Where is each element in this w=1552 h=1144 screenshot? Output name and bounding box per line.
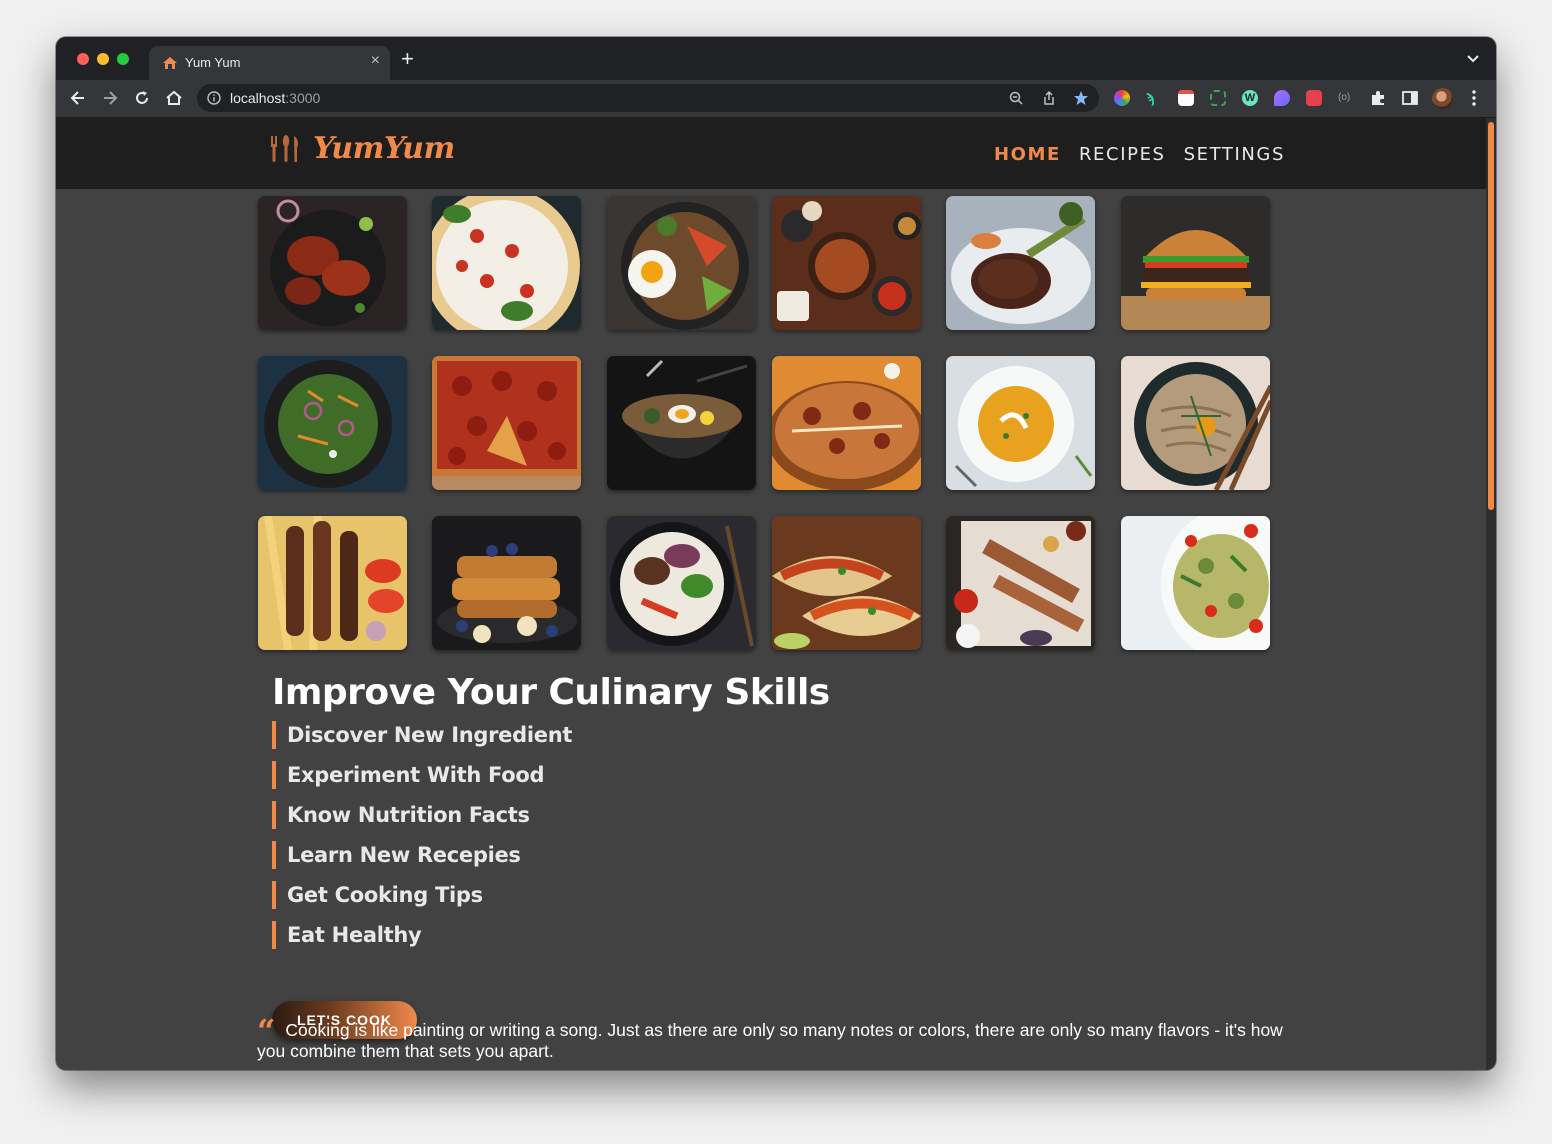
home-icon[interactable] <box>164 88 184 108</box>
skill-item: Know Nutrition Facts <box>272 801 830 829</box>
url-text: localhost:3000 <box>230 90 321 106</box>
tacos-photo[interactable] <box>772 516 921 650</box>
skills-section: Improve Your Culinary Skills Discover Ne… <box>272 672 830 1039</box>
pumpkin-soup-photo[interactable] <box>946 356 1095 490</box>
w-extension-icon[interactable]: W <box>1242 90 1258 106</box>
address-bar[interactable]: localhost:3000 <box>197 84 1099 112</box>
maximize-window-button[interactable] <box>117 53 129 65</box>
kebab-skewers-with-fries-photo[interactable] <box>258 516 407 650</box>
close-window-button[interactable] <box>77 53 89 65</box>
scrollbar-thumb[interactable] <box>1488 122 1494 510</box>
bibimbap-photo[interactable] <box>607 196 756 330</box>
skill-item: Eat Healthy <box>272 921 830 949</box>
site-logo[interactable]: YumYum <box>269 131 455 166</box>
nav-settings-link[interactable]: SETTINGS <box>1184 144 1285 165</box>
skill-item: Experiment With Food <box>272 761 830 789</box>
quote-block: “Cooking is like painting or writing a s… <box>257 1015 1287 1062</box>
new-tab-button[interactable]: + <box>401 48 414 70</box>
zoom-icon[interactable] <box>1009 91 1023 105</box>
screenshot-extension-icon[interactable] <box>1210 90 1226 106</box>
french-toast-stack-photo[interactable] <box>432 516 581 650</box>
rice-bowl-photo[interactable] <box>607 516 756 650</box>
page-scrollbar[interactable] <box>1486 118 1496 1070</box>
back-arrow-icon[interactable] <box>68 88 88 108</box>
side-panel-icon[interactable] <box>1401 89 1419 107</box>
grid-extension-icon[interactable] <box>1306 90 1322 106</box>
fork-spoon-icon <box>271 134 298 162</box>
bookmark-star-icon[interactable] <box>1073 90 1089 106</box>
steak-with-broccolini-photo[interactable] <box>946 196 1095 330</box>
skills-list: Discover New Ingredient Experiment With … <box>272 721 830 949</box>
tab-search-chevron-icon[interactable] <box>1466 51 1480 65</box>
skill-item: Discover New Ingredient <box>272 721 830 749</box>
grilled-meat-board-photo[interactable] <box>946 516 1095 650</box>
margherita-pizza-photo[interactable] <box>432 196 581 330</box>
soba-noodles-photo[interactable] <box>1121 356 1270 490</box>
site-navbar: YumYum HOME RECIPES SETTINGS <box>56 118 1486 189</box>
skill-item: Learn New Recepies <box>272 841 830 869</box>
browser-window: Yum Yum × + localhost:3000 ϡ W (o) YumYu… <box>56 37 1496 1070</box>
tab-strip: Yum Yum × + <box>56 37 1496 80</box>
cheeseburger-photo[interactable] <box>1121 196 1270 330</box>
wave-extension-icon[interactable]: ϡ <box>1146 90 1162 106</box>
browser-tab[interactable]: Yum Yum × <box>149 46 390 80</box>
page-heading: Improve Your Culinary Skills <box>272 672 830 713</box>
color-extension-icon[interactable] <box>1114 90 1130 106</box>
kebab-menu-icon[interactable] <box>1465 89 1483 107</box>
main-nav: HOME RECIPES SETTINGS <box>994 144 1285 165</box>
reload-icon[interactable] <box>132 88 152 108</box>
nav-recipes-link[interactable]: RECIPES <box>1079 144 1166 165</box>
web-page: YumYum HOME RECIPES SETTINGS Improve You… <box>56 118 1486 1070</box>
tab-title: Yum Yum <box>185 55 241 70</box>
forward-arrow-icon[interactable] <box>100 88 120 108</box>
korean-table-spread-photo[interactable] <box>772 196 921 330</box>
minimize-window-button[interactable] <box>97 53 109 65</box>
browser-toolbar: localhost:3000 ϡ W (o) <box>56 80 1496 118</box>
ramen-bowl-photo[interactable] <box>607 356 756 490</box>
share-icon[interactable] <box>1042 90 1056 106</box>
pepperoni-pizza-photo[interactable] <box>432 356 581 490</box>
green-salad-photo[interactable] <box>258 356 407 490</box>
site-info-icon[interactable] <box>207 91 221 105</box>
tandoori-chicken-photo[interactable] <box>258 196 407 330</box>
bracket-extension-icon[interactable]: (o) <box>1338 90 1354 106</box>
biryani-photo[interactable] <box>772 356 921 490</box>
purple-extension-icon[interactable] <box>1274 90 1290 106</box>
logo-text: YumYum <box>313 131 455 166</box>
profile-avatar[interactable] <box>1432 88 1453 109</box>
farfalle-salad-photo[interactable] <box>1121 516 1270 650</box>
quote-text: Cooking is like painting or writing a so… <box>257 1020 1283 1061</box>
close-tab-icon[interactable]: × <box>371 52 380 70</box>
notes-extension-icon[interactable] <box>1178 90 1194 106</box>
home-favicon-icon <box>163 57 177 69</box>
skill-item: Get Cooking Tips <box>272 881 830 909</box>
extensions-puzzle-icon[interactable] <box>1369 89 1387 107</box>
nav-home-link[interactable]: HOME <box>994 144 1061 165</box>
